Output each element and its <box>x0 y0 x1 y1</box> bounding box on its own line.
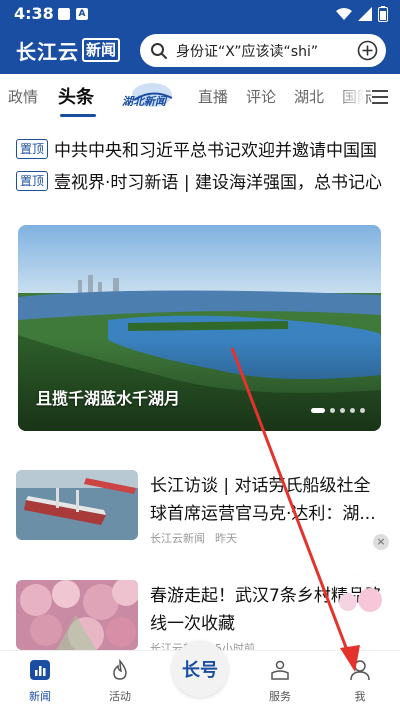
battery-icon <box>378 6 388 22</box>
status-icons <box>336 6 388 22</box>
app-header: 长江云 新闻 身份证“X”应该读“shi” <box>0 28 400 74</box>
carousel-dot <box>311 408 325 413</box>
nav-me-label: 我 <box>354 690 366 703</box>
pinned-headline[interactable]: 置顶 中共中央和习近平总书记欢迎并邀请中国国 <box>16 136 400 160</box>
tab-hubei-news[interactable]: 湖北新闻 <box>112 82 176 112</box>
news-icon <box>30 660 50 680</box>
wifi-icon <box>336 8 352 20</box>
close-icon[interactable]: × <box>373 534 389 550</box>
carousel-dot <box>340 408 345 413</box>
a-icon: A <box>76 8 88 20</box>
news-thumbnail <box>16 470 138 540</box>
service-icon <box>271 660 289 680</box>
app-logo: 长江云 新闻 <box>16 37 121 64</box>
tab-zhibo[interactable]: 直播 <box>198 86 228 107</box>
tab-toutiao[interactable]: 头条 <box>58 83 94 109</box>
featured-carousel[interactable]: 且揽千湖蓝水千湖月 <box>18 225 381 431</box>
tab-pinglun[interactable]: 评论 <box>246 86 276 107</box>
news-item[interactable]: 长江访谈 | 对话劳氏船级社全球首席运营官马克·达利：湖... 长江云新闻 昨天 <box>0 470 400 570</box>
tab-zhengqing[interactable]: 政情 <box>8 86 38 107</box>
pinned-tag: 置顶 <box>16 138 49 159</box>
search-placeholder: 身份证“X”应该读“shi” <box>176 44 319 60</box>
tab-hubei-label: 湖北新闻 <box>122 95 168 108</box>
nav-activity-label: 活动 <box>109 690 131 703</box>
tab-hubei[interactable]: 湖北 <box>294 86 324 107</box>
notification-icon <box>58 8 70 20</box>
promo-badge[interactable]: 江城春日 <box>330 556 392 616</box>
channel-tabs: 政情 头条 湖北新闻 直播 评论 湖北 国际 <box>0 74 400 122</box>
pinned-headline[interactable]: 置顶 壹视界·时习新语 | 建设海洋强国，总书记心 <box>16 168 400 192</box>
status-bar: 4:38 A <box>0 0 400 28</box>
news-meta: 长江云新闻 昨天 <box>150 530 247 546</box>
search-bar[interactable]: 身份证“X”应该读“shi” <box>140 34 386 67</box>
news-source: 长江云新闻 <box>150 532 205 545</box>
pinned-headline-text: 中共中央和习近平总书记欢迎并邀请中国国 <box>54 141 378 160</box>
tab-fade <box>336 74 366 122</box>
carousel-caption: 且揽千湖蓝水千湖月 <box>36 389 181 408</box>
logo-main-text: 长江云 <box>16 39 79 64</box>
status-time: 4:38 <box>14 4 54 23</box>
logo-sub-text: 新闻 <box>82 38 121 62</box>
nav-service-label: 服务 <box>269 690 291 703</box>
nav-activity[interactable]: 活动 <box>90 658 150 704</box>
promo-text: 江城春日 <box>331 572 392 590</box>
news-thumbnail <box>16 580 138 650</box>
pinned-tag: 置顶 <box>16 170 49 191</box>
search-icon <box>151 43 167 59</box>
signal-icon <box>358 7 372 21</box>
nav-news-label: 新闻 <box>29 690 51 703</box>
menu-icon[interactable] <box>372 90 388 104</box>
nav-news[interactable]: 新闻 <box>10 659 70 704</box>
carousel-dot <box>330 408 335 413</box>
active-tab-indicator <box>60 114 96 117</box>
carousel-dots <box>311 408 365 413</box>
news-time: 昨天 <box>215 532 237 545</box>
flame-icon <box>113 658 127 680</box>
carousel-dot <box>360 408 365 413</box>
nav-changhao[interactable]: 长号 <box>172 641 228 697</box>
nav-changhao-label: 长号 <box>182 660 218 681</box>
nav-service[interactable]: 服务 <box>250 659 310 704</box>
pinned-headline-text: 壹视界·时习新语 | 建设海洋强国，总书记心 <box>54 173 382 192</box>
nav-me[interactable]: 我 <box>330 659 390 704</box>
add-icon[interactable] <box>357 40 378 61</box>
carousel-dot <box>350 408 355 413</box>
news-title: 长江访谈 | 对话劳氏船级社全球首席运营官马克·达利：湖... <box>150 476 376 524</box>
user-icon <box>350 660 370 681</box>
bottom-nav: 新闻 活动 长号 服务 我 <box>0 641 400 710</box>
